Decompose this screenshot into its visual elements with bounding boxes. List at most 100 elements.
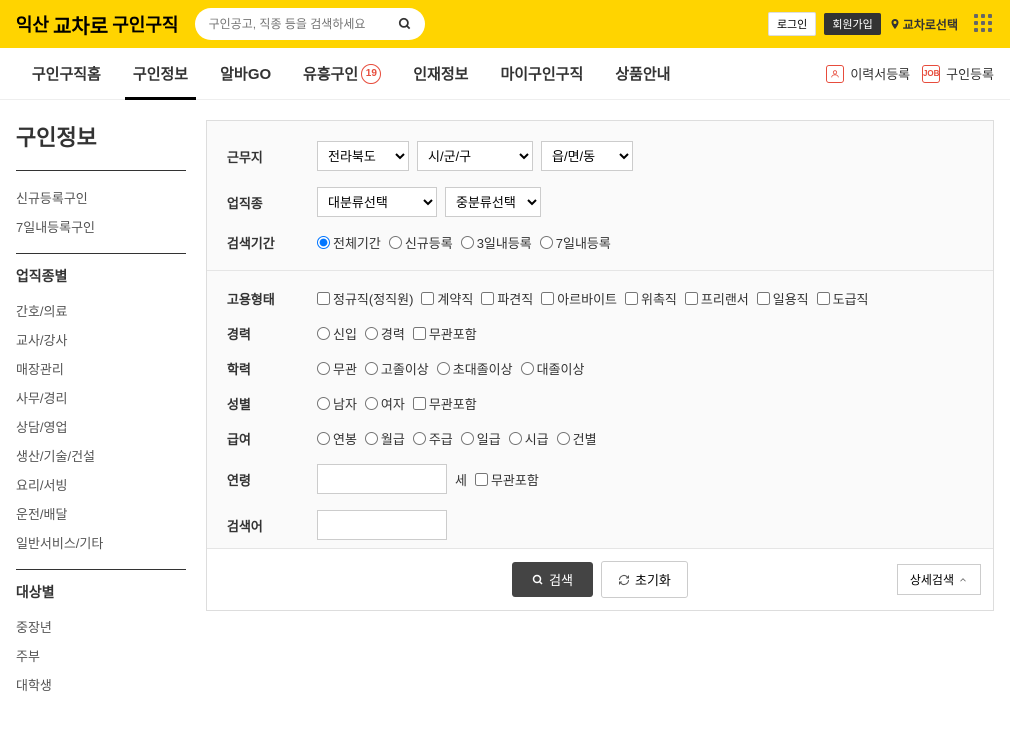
period-3day[interactable]: 3일내등록 bbox=[461, 233, 532, 252]
resume-label: 이력서등록 bbox=[850, 64, 910, 83]
career-exp[interactable]: 경력 bbox=[365, 324, 405, 343]
career-any[interactable]: 무관포함 bbox=[413, 324, 477, 343]
emp-fulltime[interactable]: 정규직(정직원) bbox=[317, 289, 413, 308]
period-all[interactable]: 전체기간 bbox=[317, 233, 381, 252]
emp-daily[interactable]: 일용직 bbox=[757, 289, 809, 308]
cat-item[interactable]: 간호/의료 bbox=[16, 296, 186, 325]
logo[interactable]: 익산 교차로 구인구직 bbox=[16, 10, 179, 39]
keyword-label: 검색어 bbox=[227, 516, 317, 535]
filter-age: 연령 세 무관포함 bbox=[207, 456, 993, 502]
refresh-icon bbox=[618, 574, 630, 586]
nav-home[interactable]: 구인구직홈 bbox=[16, 48, 117, 100]
age-input[interactable] bbox=[317, 464, 447, 494]
period-new[interactable]: 신규등록 bbox=[389, 233, 453, 252]
gender-male[interactable]: 남자 bbox=[317, 394, 357, 413]
apps-icon[interactable] bbox=[974, 14, 994, 34]
salary-monthly[interactable]: 월급 bbox=[365, 429, 405, 448]
period-7day[interactable]: 7일내등록 bbox=[540, 233, 611, 252]
cat-item[interactable]: 상담/영업 bbox=[16, 412, 186, 441]
edu-label: 학력 bbox=[227, 359, 317, 378]
search-icon bbox=[532, 574, 544, 586]
filter-box: 근무지 전라북도 시/군/구 읍/면/동 업직종 대분류선택 중분류선택 검색기… bbox=[206, 120, 994, 611]
emp-parttime[interactable]: 아르바이트 bbox=[541, 289, 617, 308]
edu-any[interactable]: 무관 bbox=[317, 359, 357, 378]
salary-annual[interactable]: 연봉 bbox=[317, 429, 357, 448]
keyword-input[interactable] bbox=[317, 510, 447, 540]
search-input[interactable] bbox=[209, 17, 391, 31]
resume-register[interactable]: 이력서등록 bbox=[826, 64, 910, 83]
search-box bbox=[195, 8, 425, 40]
reset-button[interactable]: 초기화 bbox=[601, 561, 688, 598]
target-item[interactable]: 대학생 bbox=[16, 670, 186, 699]
salary-daily[interactable]: 일급 bbox=[461, 429, 501, 448]
pin-icon bbox=[889, 17, 901, 31]
resume-icon bbox=[826, 65, 844, 83]
signup-button[interactable]: 회원가입 bbox=[824, 13, 880, 35]
emp-dispatch[interactable]: 파견직 bbox=[481, 289, 533, 308]
cat-item[interactable]: 요리/서빙 bbox=[16, 470, 186, 499]
chevron-up-icon bbox=[958, 575, 968, 585]
filter-period: 검색기간 전체기간 신규등록 3일내등록 7일내등록 bbox=[207, 225, 993, 260]
filter-location: 근무지 전라북도 시/군/구 읍/면/동 bbox=[207, 133, 993, 179]
nav-jobinfo[interactable]: 구인정보 bbox=[117, 48, 204, 100]
cat-item[interactable]: 일반서비스/기타 bbox=[16, 528, 186, 557]
main-nav: 구인구직홈 구인정보 알바GO 유흥구인 19 인재정보 마이구인구직 상품안내… bbox=[0, 48, 1010, 100]
target-title: 대상별 bbox=[16, 582, 186, 602]
city-select[interactable]: 시/군/구 bbox=[417, 141, 533, 171]
nav-product[interactable]: 상품안내 bbox=[599, 48, 686, 100]
emp-subcontract[interactable]: 도급직 bbox=[817, 289, 869, 308]
job-register[interactable]: JOB 구인등록 bbox=[922, 64, 994, 83]
filter-career: 경력 신입 경력 무관포함 bbox=[207, 316, 993, 351]
sidebar-new[interactable]: 신규등록구인 bbox=[16, 183, 186, 212]
edu-high[interactable]: 고졸이상 bbox=[365, 359, 429, 378]
login-button[interactable]: 로그인 bbox=[768, 12, 816, 36]
career-new[interactable]: 신입 bbox=[317, 324, 357, 343]
search-button[interactable] bbox=[391, 10, 419, 38]
category-label: 업직종 bbox=[227, 193, 317, 212]
filter-employment: 고용형태 정규직(정직원) 계약직 파견직 아르바이트 위촉직 프리랜서 일용직… bbox=[207, 281, 993, 316]
salary-per-case[interactable]: 건별 bbox=[557, 429, 597, 448]
cat-major-select[interactable]: 대분류선택 bbox=[317, 187, 437, 217]
salary-weekly[interactable]: 주급 bbox=[413, 429, 453, 448]
emp-freelance[interactable]: 프리랜서 bbox=[685, 289, 749, 308]
nav-my[interactable]: 마이구인구직 bbox=[485, 48, 600, 100]
filter-category: 업직종 대분류선택 중분류선택 bbox=[207, 179, 993, 225]
gender-label: 성별 bbox=[227, 394, 317, 413]
nav-talent[interactable]: 인재정보 bbox=[397, 48, 484, 100]
salary-hourly[interactable]: 시급 bbox=[509, 429, 549, 448]
divider bbox=[207, 270, 993, 271]
emp-commission[interactable]: 위촉직 bbox=[625, 289, 677, 308]
search-icon bbox=[398, 17, 412, 31]
nav-adult[interactable]: 유흥구인 19 bbox=[287, 48, 397, 100]
gender-any[interactable]: 무관포함 bbox=[413, 394, 477, 413]
cat-item[interactable]: 교사/강사 bbox=[16, 325, 186, 354]
edu-college[interactable]: 초대졸이상 bbox=[437, 359, 513, 378]
sidebar-quick: 신규등록구인 7일내등록구인 bbox=[16, 170, 186, 253]
nav-alba[interactable]: 알바GO bbox=[204, 48, 287, 100]
search-submit-button[interactable]: 검색 bbox=[512, 562, 593, 597]
filter-salary: 급여 연봉 월급 주급 일급 시급 건별 bbox=[207, 421, 993, 456]
target-item[interactable]: 주부 bbox=[16, 641, 186, 670]
gender-female[interactable]: 여자 bbox=[365, 394, 405, 413]
age-unit: 세 bbox=[455, 470, 467, 489]
emp-contract[interactable]: 계약직 bbox=[421, 289, 473, 308]
header: 익산 교차로 구인구직 로그인 회원가입 교차로선택 bbox=[0, 0, 1010, 48]
cat-title: 업직종별 bbox=[16, 266, 186, 286]
detail-toggle-button[interactable]: 상세검색 bbox=[897, 564, 981, 595]
cat-item[interactable]: 운전/배달 bbox=[16, 499, 186, 528]
age-any[interactable]: 무관포함 bbox=[475, 470, 539, 489]
nav-adult-label: 유흥구인 bbox=[303, 63, 358, 84]
cat-item[interactable]: 매장관리 bbox=[16, 354, 186, 383]
career-label: 경력 bbox=[227, 324, 317, 343]
district-select[interactable]: 읍/면/동 bbox=[541, 141, 633, 171]
cat-minor-select[interactable]: 중분류선택 bbox=[445, 187, 541, 217]
location-selector[interactable]: 교차로선택 bbox=[889, 16, 958, 33]
edu-univ[interactable]: 대졸이상 bbox=[521, 359, 585, 378]
action-bar: 검색 초기화 상세검색 bbox=[207, 548, 993, 610]
sidebar-7day[interactable]: 7일내등록구인 bbox=[16, 212, 186, 241]
target-item[interactable]: 중장년 bbox=[16, 612, 186, 641]
reset-label: 초기화 bbox=[635, 570, 671, 589]
cat-item[interactable]: 생산/기술/건설 bbox=[16, 441, 186, 470]
province-select[interactable]: 전라북도 bbox=[317, 141, 409, 171]
cat-item[interactable]: 사무/경리 bbox=[16, 383, 186, 412]
